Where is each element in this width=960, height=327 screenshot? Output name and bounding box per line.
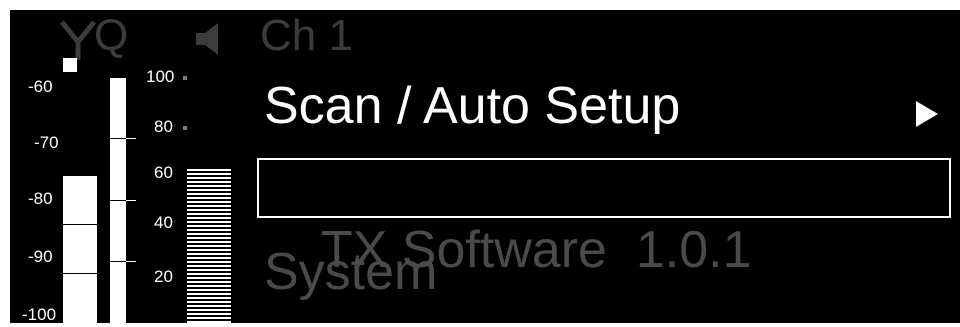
af-scale-label: 100 <box>146 67 175 86</box>
rf-segment-divider <box>110 261 126 262</box>
af-scale-label: 20 <box>154 267 173 286</box>
squelch-marker <box>63 58 77 72</box>
rf-scale-label: -90 <box>28 247 53 266</box>
menu-item-label: System <box>264 243 438 301</box>
diversity-indicator: Q <box>94 11 129 60</box>
af-scale-label: 40 <box>154 213 173 232</box>
af-level-meter <box>187 169 231 323</box>
af-scale-label: 80 <box>154 117 173 136</box>
channel-label: Ch 1 <box>260 11 353 60</box>
af-scale-tick <box>183 76 187 80</box>
rf-scale-label: -100 <box>22 305 57 323</box>
antenna-icon <box>60 20 96 60</box>
rf-scale-tick <box>126 261 136 262</box>
rf-scale-label: -60 <box>28 77 53 96</box>
rf-scale-label: -70 <box>34 133 59 152</box>
rf-scale-tick <box>126 138 136 139</box>
rf-scale-label: -80 <box>28 189 53 208</box>
menu-item-scan-auto-setup[interactable]: Scan / Auto Setup <box>264 76 680 136</box>
rf-segment-divider <box>63 273 97 274</box>
rf-segment-divider <box>63 224 97 225</box>
submenu-arrow-icon[interactable] <box>916 101 938 127</box>
menu-item-label: Scan / Auto Setup <box>264 77 681 135</box>
receiver-display: Q Ch 1 -60 -70 -80 -90 -100 100 80 60 40… <box>10 10 960 323</box>
speaker-icon <box>196 23 218 55</box>
rf-segment-divider <box>110 200 126 201</box>
menu-item-system[interactable]: System <box>264 242 437 302</box>
rf-segment-divider <box>110 138 126 139</box>
af-scale-label: 60 <box>154 163 173 182</box>
af-scale-tick <box>183 126 187 130</box>
rf-level-bar <box>63 176 97 323</box>
rf-scale-tick <box>126 200 136 201</box>
